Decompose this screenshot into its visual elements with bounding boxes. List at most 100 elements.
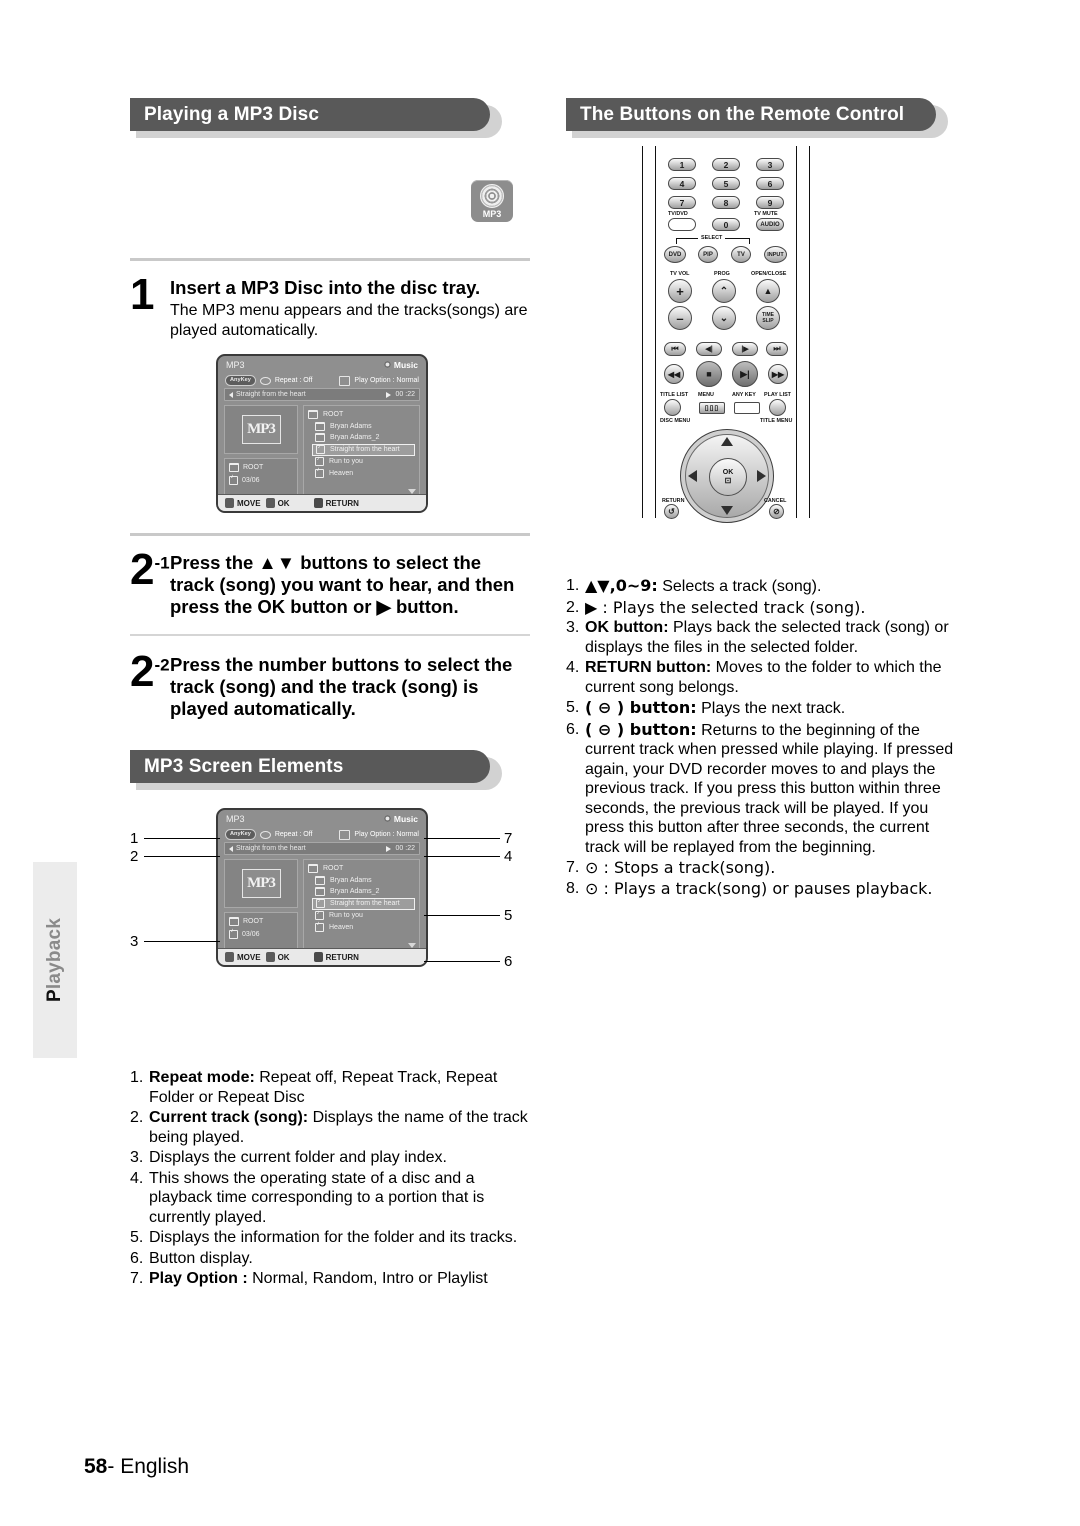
- remote-key-ok[interactable]: OK ⊡: [709, 458, 747, 496]
- list-item-selected[interactable]: Straight from the heart: [312, 443, 415, 456]
- list-item: 7. Play Option : Normal, Random, Intro or…: [130, 1270, 488, 1287]
- list-item: 4. This shows the operating state of a di…: [130, 1169, 485, 1226]
- remote-key-prog-up[interactable]: ⌃: [712, 279, 736, 303]
- remote-key-next-track[interactable]: ⏭: [766, 342, 788, 356]
- list-item[interactable]: Bryan Adams_2: [308, 886, 415, 898]
- remote-key-vol-down[interactable]: –: [668, 306, 692, 330]
- speaker-icon: [229, 845, 233, 852]
- list-item[interactable]: Heaven: [308, 921, 415, 934]
- remote-key-menu[interactable]: ▯▯▯: [699, 402, 725, 414]
- play-option-label: Play Option : Normal: [354, 831, 419, 838]
- disc-icon: [480, 183, 504, 208]
- list-item[interactable]: ROOT: [308, 409, 415, 421]
- list-item[interactable]: Heaven: [308, 467, 415, 480]
- album-art: MP3: [224, 859, 298, 908]
- divider: [130, 533, 530, 536]
- remote-label-menu: MENU: [698, 392, 714, 398]
- dpad-down-icon[interactable]: [721, 506, 733, 515]
- osd-return-button[interactable]: RETURN: [313, 952, 359, 962]
- list-item[interactable]: Run to you: [308, 910, 415, 922]
- osd-info-pane: ROOT 03/06: [224, 912, 298, 951]
- remote-key-3[interactable]: 3: [756, 158, 784, 171]
- remote-key-return[interactable]: ↺: [664, 504, 679, 519]
- osd-info-pane: ROOT 03/06: [224, 458, 298, 497]
- updown-key-icon: [225, 498, 234, 508]
- list-item[interactable]: ROOT: [308, 863, 415, 875]
- list-item[interactable]: Bryan Adams: [308, 875, 415, 887]
- remote-key-vol-up[interactable]: +: [668, 279, 692, 303]
- osd-file-list[interactable]: ROOT Bryan Adams Bryan Adams_2 Straight …: [303, 859, 420, 951]
- remote-key-6[interactable]: 6: [756, 177, 784, 190]
- osd-move-button[interactable]: MOVE: [225, 952, 261, 962]
- mp3-osd: MP3 Music AnyKey Repeat : Off Play Optio…: [216, 354, 428, 513]
- remote-key-open-close[interactable]: ▲: [756, 279, 780, 303]
- step-title: Press the ▲▼ buttons to select the track…: [170, 552, 515, 617]
- osd-move-button[interactable]: MOVE: [225, 498, 261, 508]
- remote-key-1[interactable]: 1: [668, 158, 696, 171]
- remote-dpad[interactable]: OK ⊡: [680, 429, 774, 523]
- remote-label-disc-menu: DISC MENU: [660, 418, 691, 424]
- mp3-disc-badge: MP3: [471, 180, 513, 222]
- remote-key-tv[interactable]: TV: [731, 246, 751, 263]
- remote-key-input[interactable]: INPUT: [764, 246, 787, 263]
- remote-key-2[interactable]: 2: [712, 158, 740, 171]
- remote-key-play-list[interactable]: [769, 399, 786, 416]
- osd-mode: Music: [383, 360, 418, 370]
- remote-key-5[interactable]: 5: [712, 177, 740, 190]
- callout-4: 4: [504, 848, 513, 865]
- remote-key-7[interactable]: 7: [668, 196, 696, 209]
- remote-key-8[interactable]: 8: [712, 196, 740, 209]
- return-key-icon: [313, 498, 323, 508]
- remote-key-9[interactable]: 9: [756, 196, 784, 209]
- callout-leader: [144, 941, 220, 942]
- repeat-icon: [259, 376, 271, 385]
- osd-return-button[interactable]: RETURN: [313, 498, 359, 508]
- section-title: The Buttons on the Remote Control: [580, 103, 905, 125]
- remote-key-tv-dvd[interactable]: [668, 218, 696, 231]
- remote-key-stop[interactable]: ■: [696, 361, 722, 387]
- remote-key-audio[interactable]: AUDIO: [756, 218, 784, 231]
- list-item: 4. RETURN button: Moves to the folder to …: [566, 659, 942, 696]
- osd-file-list[interactable]: ROOT Bryan Adams Bryan Adams_2 Straight …: [303, 405, 420, 497]
- list-item[interactable]: Bryan Adams: [308, 421, 415, 433]
- remote-key-title-list[interactable]: [664, 399, 681, 416]
- remote-key-rewind[interactable]: ◀◀: [664, 364, 684, 384]
- remote-key-cancel[interactable]: ⊘: [769, 504, 784, 519]
- osd-mode: Music: [383, 814, 418, 824]
- list-item: 8. ⊙ : Plays a track(song) or pauses play…: [566, 878, 933, 898]
- note-icon: [229, 928, 238, 939]
- remote-key-prev-track[interactable]: ⏮: [664, 342, 686, 356]
- remote-key-4[interactable]: 4: [668, 177, 696, 190]
- side-tab-playback: Playback: [33, 862, 77, 1058]
- osd-ok-button[interactable]: OK: [265, 498, 290, 508]
- remote-key-0[interactable]: 0: [712, 218, 740, 231]
- list-item[interactable]: Bryan Adams_2: [308, 432, 415, 444]
- list-item-selected[interactable]: Straight from the heart: [312, 897, 415, 910]
- remote-key-dvd[interactable]: DVD: [664, 246, 686, 263]
- remote-key-step-forward[interactable]: |▶: [732, 342, 758, 356]
- repeat-icon: [259, 830, 271, 839]
- remote-key-any-key[interactable]: [734, 402, 760, 414]
- osd-ok-button[interactable]: OK: [265, 952, 290, 962]
- list-item: 1. ▲▼,0~9: Selects a track (song).: [566, 576, 822, 595]
- remote-key-pip[interactable]: PIP: [698, 246, 718, 263]
- remote-key-play-pause[interactable]: ▶|: [732, 361, 758, 387]
- remote-key-step-back[interactable]: ◀|: [696, 342, 722, 356]
- list-item[interactable]: Run to you: [308, 456, 415, 468]
- dpad-up-icon[interactable]: [721, 437, 733, 446]
- remote-key-fast-forward[interactable]: ▶▶: [768, 364, 788, 384]
- dpad-right-icon[interactable]: [757, 470, 766, 482]
- callout-7: 7: [504, 830, 513, 847]
- folder-icon: [315, 887, 325, 897]
- list-item: 2. Current track (song): Displays the nam…: [130, 1109, 528, 1146]
- remote-key-prog-down[interactable]: ⌄: [712, 306, 736, 330]
- remote-key-time-slip[interactable]: TIME SLIP: [756, 306, 780, 330]
- remote-label-title-list: TITLE LIST: [660, 392, 689, 398]
- list-item: 2. ▶ : Plays the selected track (song).: [566, 597, 866, 617]
- dpad-left-icon[interactable]: [688, 470, 697, 482]
- anykey-badge: AnyKey: [225, 375, 256, 386]
- speaker-icon: [229, 391, 233, 398]
- osd-screenshot-1: MP3 Music AnyKey Repeat : Off Play Optio…: [216, 354, 530, 513]
- osd-titlebar: MP3 Music: [218, 356, 426, 373]
- info-index: 03/06: [242, 477, 260, 484]
